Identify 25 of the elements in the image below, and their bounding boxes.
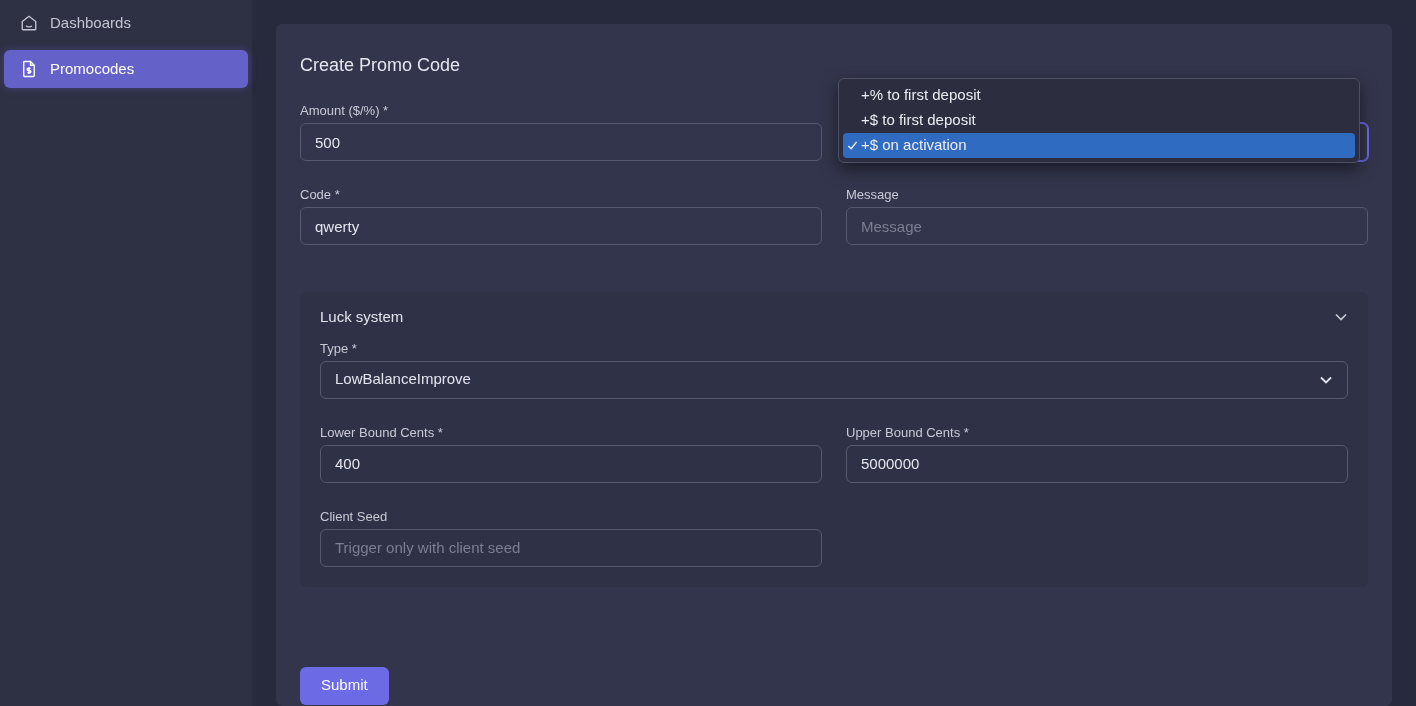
input-field[interactable]: Message [846, 207, 1368, 245]
input-field[interactable]: Trigger only with client seed [320, 528, 822, 567]
field-label: Message [846, 186, 900, 201]
check-icon [847, 140, 858, 151]
sidebar-item[interactable]: Promocodes [4, 50, 248, 88]
dropdown-option[interactable]: +% to first deposit [843, 83, 1355, 108]
dropdown-option[interactable]: +$ to first deposit [843, 108, 1355, 133]
submit-button[interactable]: Submit [300, 666, 389, 705]
field-label: Code * [300, 186, 341, 201]
sidebar-item[interactable]: Dashboards [4, 4, 248, 42]
form-title: Create Promo Code [300, 54, 462, 77]
field-label: Type * [320, 339, 358, 355]
home-icon [20, 14, 38, 32]
section-title: Luck system [320, 307, 404, 327]
input-field[interactable]: 400 [320, 444, 822, 483]
field-label: Amount ($/%) * [300, 102, 390, 117]
input-field[interactable]: 5000000 [846, 444, 1348, 483]
select-field[interactable]: LowBalanceImprove [320, 360, 1348, 399]
dropdown-option[interactable]: +$ on activation [843, 133, 1355, 158]
input-field[interactable]: 500 [300, 123, 822, 161]
field-label: Client Seed [320, 507, 389, 523]
field-label: Lower Bound Cents * [320, 423, 444, 439]
field-label: Upper Bound Cents * [846, 423, 970, 439]
input-field[interactable]: qwerty [300, 207, 822, 245]
document-dollar-icon [20, 59, 38, 79]
